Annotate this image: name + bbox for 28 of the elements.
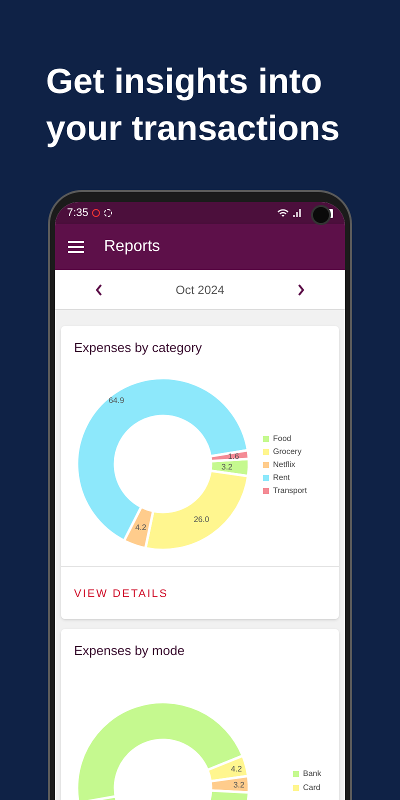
notification-icon [92,209,100,217]
fan-icon [104,209,112,217]
legend-label: Bank [303,768,322,780]
legend-label: Netflix [273,458,296,470]
slice-value-label: 3.2 [233,780,244,790]
signal-icon [293,209,301,217]
previous-month-button[interactable] [95,284,103,296]
slice-value-label: 4.2 [135,522,146,532]
headline: Get insights into your transactions [45,61,341,150]
legend-label: Food [273,432,292,444]
app-bar-title: Reports [104,237,160,257]
legend-label: Grocery [273,446,302,458]
legend-label: Rent [273,472,290,484]
legend-label: Card [303,782,320,794]
month-label: Oct 2024 [176,282,224,298]
status-time: 7:35 [67,206,88,221]
wifi-icon [277,208,289,218]
slice-value-label: 64.9 [108,396,124,405]
menu-button[interactable] [68,241,84,253]
card-title: Expenses by mode [73,642,186,660]
view-details-link[interactable]: VIEW DETAILS [74,586,168,602]
card-title: Expenses by category [73,339,203,357]
slice-value-label: 3.2 [221,462,232,472]
slice-value-label: 1.6 [228,452,240,461]
next-month-button[interactable] [296,284,305,296]
slice-value-label: 26.0 [194,514,210,524]
slice-value-label: 4.2 [230,764,242,774]
legend-label: Transport [273,484,307,496]
